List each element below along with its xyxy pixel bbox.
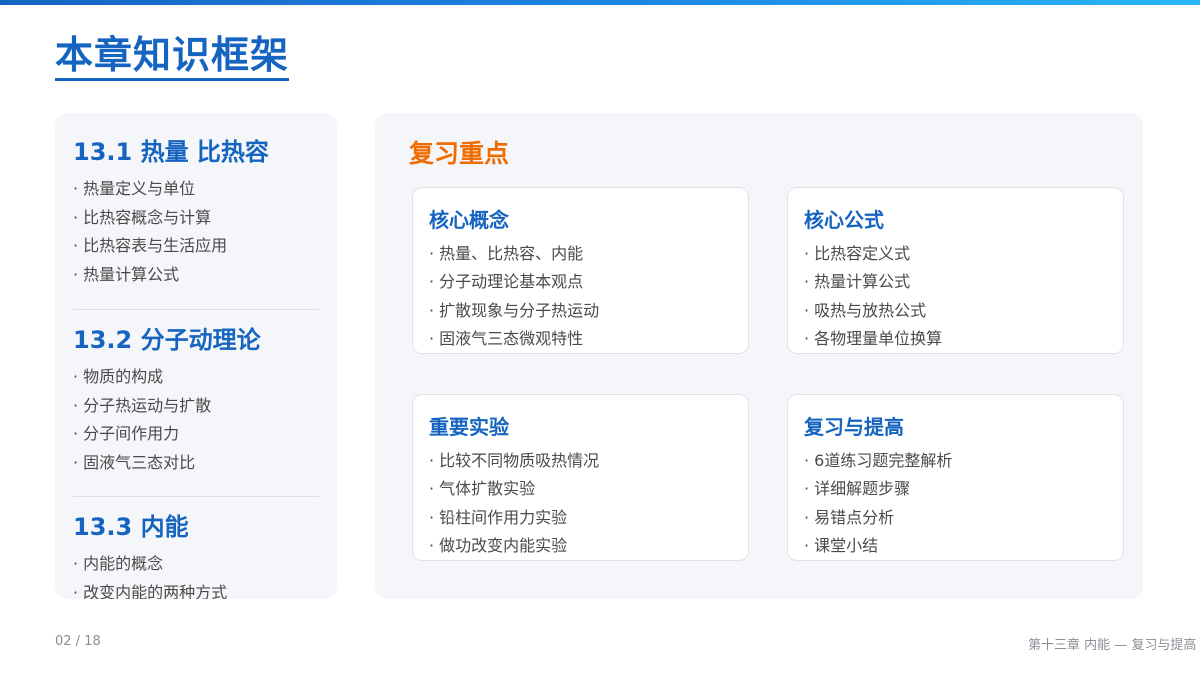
list-item: · 热量定义与单位: [73, 179, 196, 198]
list-item: · 比热容概念与计算: [73, 207, 212, 227]
chapter-footer: 第十三章 内能 — 复习与提高: [1028, 638, 1197, 653]
list-item: · 铅柱间作用力实验: [429, 507, 568, 527]
page-number: 02 / 18: [55, 634, 101, 649]
card-key-experiments: 重要实验 · 比较不同物质吸热情况 · 气体扩散实验 · 铅柱间作用力实验 · …: [412, 394, 749, 561]
section-title: 13.2 分子动理论: [73, 326, 261, 354]
card-title: 重要实验: [429, 415, 509, 439]
list-item: · 热量计算公式: [804, 272, 911, 292]
section-divider: [73, 496, 319, 497]
list-item: · 气体扩散实验: [429, 479, 536, 499]
list-item: · 比热容表与生活应用: [73, 236, 228, 255]
list-item: · 固液气三态微观特性: [429, 328, 584, 348]
section-items: · 物质的构成 · 分子热运动与扩散 · 分子间作用力 · 固液气三态对比: [73, 363, 319, 477]
list-item: · 扩散现象与分子热运动: [429, 300, 600, 320]
list-item: · 热量计算公式: [73, 264, 180, 284]
section-divider: [73, 309, 319, 310]
section-13-1: 13.1 热量 比热容 · 热量定义与单位 · 比热容概念与计算 · 比热容表与…: [73, 137, 319, 289]
section-items: · 内能的概念 · 改变内能的两种方式: [73, 550, 319, 599]
card-items: · 6道练习题完整解析 · 详细解题步骤 · 易错点分析 · 课堂小结: [804, 447, 952, 560]
card-items: · 比较不同物质吸热情况 · 气体扩散实验 · 铅柱间作用力实验 · 做功改变内…: [429, 447, 599, 560]
card-core-concepts: 核心概念 · 热量、比热容、内能 · 分子动理论基本观点 · 扩散现象与分子热运…: [412, 187, 749, 354]
card-review-improve: 复习与提高 · 6道练习题完整解析 · 详细解题步骤 · 易错点分析 · 课堂小…: [787, 394, 1124, 561]
list-item: · 比较不同物质吸热情况: [429, 451, 600, 470]
list-item: · 物质的构成: [73, 367, 164, 386]
list-item: · 热量、比热容、内能: [429, 244, 584, 263]
page-title: 本章知识框架: [55, 32, 290, 81]
list-item: · 分子动理论基本观点: [429, 272, 584, 292]
section-items: · 热量定义与单位 · 比热容概念与计算 · 比热容表与生活应用 · 热量计算公…: [73, 175, 319, 289]
list-item: · 改变内能的两种方式: [73, 582, 228, 600]
card-title: 复习与提高: [804, 415, 904, 439]
card-core-formulas: 核心公式 · 比热容定义式 · 热量计算公式 · 吸热与放热公式 · 各物理量单…: [787, 187, 1124, 354]
list-item: · 各物理量单位换算: [804, 328, 943, 348]
list-item: · 做功改变内能实验: [429, 535, 568, 555]
top-accent-bar: [0, 0, 1200, 5]
list-item: · 比热容定义式: [804, 244, 911, 263]
chapter-outline-panel: 13.1 热量 比热容 · 热量定义与单位 · 比热容概念与计算 · 比热容表与…: [55, 113, 337, 599]
card-items: · 比热容定义式 · 热量计算公式 · 吸热与放热公式 · 各物理量单位换算: [804, 240, 942, 353]
list-item: · 吸热与放热公式: [804, 300, 927, 320]
list-item: · 6道练习题完整解析: [804, 451, 953, 470]
list-item: · 分子间作用力: [73, 424, 180, 443]
list-item: · 课堂小结: [804, 535, 879, 555]
section-title: 13.3 内能: [73, 513, 189, 541]
card-title: 核心概念: [429, 208, 509, 232]
list-item: · 易错点分析: [804, 507, 895, 527]
card-title: 核心公式: [804, 208, 884, 232]
section-title: 13.1 热量 比热容: [73, 138, 269, 166]
review-heading: 复习重点: [409, 139, 510, 168]
section-13-3: 13.3 内能 · 内能的概念 · 改变内能的两种方式: [73, 512, 319, 599]
list-item: · 内能的概念: [73, 554, 164, 573]
list-item: · 固液气三态对比: [73, 452, 196, 472]
card-items: · 热量、比热容、内能 · 分子动理论基本观点 · 扩散现象与分子热运动 · 固…: [429, 240, 599, 353]
review-focus-panel: 复习重点 核心概念 · 热量、比热容、内能 · 分子动理论基本观点 · 扩散现象…: [375, 113, 1143, 599]
list-item: · 分子热运动与扩散: [73, 395, 212, 415]
list-item: · 详细解题步骤: [804, 479, 911, 499]
section-13-2: 13.2 分子动理论 · 物质的构成 · 分子热运动与扩散 · 分子间作用力 ·…: [73, 325, 319, 477]
